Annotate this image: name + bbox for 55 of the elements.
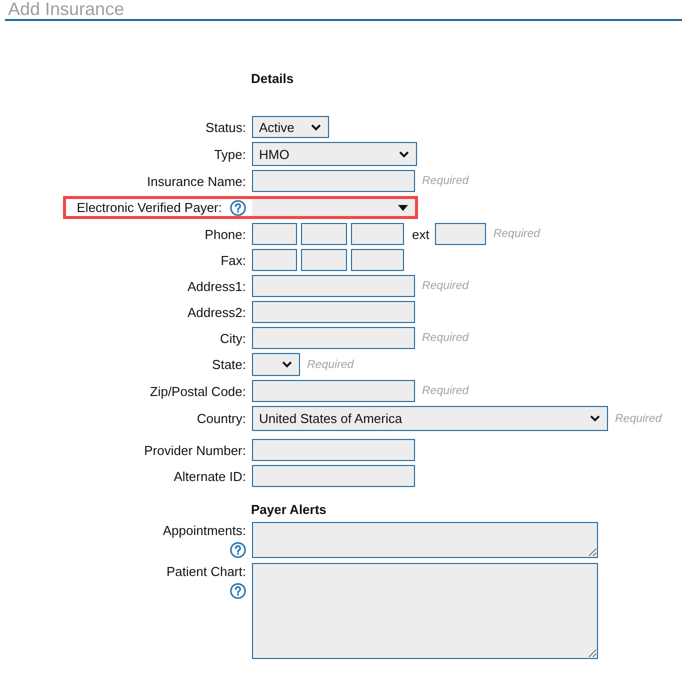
field-label: Zip/Postal Code:	[150, 384, 246, 398]
text-field[interactable]	[252, 327, 415, 349]
required-note: Required	[307, 358, 354, 370]
field-label: Type:	[214, 146, 246, 162]
field-label: Address2:	[187, 304, 246, 320]
required-note: Required	[615, 412, 662, 424]
help-icon[interactable]	[230, 200, 246, 216]
phone-field[interactable]	[301, 223, 347, 245]
text-field[interactable]	[252, 170, 415, 192]
field-label: Appointments:	[162, 523, 246, 538]
field-label: Status:	[206, 120, 246, 134]
dropdown-select[interactable]: United States of America	[252, 406, 608, 431]
dropdown-select[interactable]: Active	[252, 116, 329, 138]
field-label: Phone:	[204, 226, 246, 242]
chevron-down-icon	[590, 415, 600, 422]
help-icon[interactable]	[230, 583, 246, 599]
field-label: Address1:	[187, 278, 246, 294]
chevron-down-icon	[311, 124, 321, 130]
text-field[interactable]	[252, 301, 415, 323]
field-label: Fax:	[220, 252, 246, 268]
text-field[interactable]	[252, 380, 415, 402]
field-label: Alternate ID:	[174, 468, 246, 484]
phone-field[interactable]	[301, 249, 347, 271]
ext-label: ext	[412, 226, 430, 242]
phone-field[interactable]	[351, 223, 404, 245]
section-heading: Payer Alerts	[251, 502, 326, 518]
dropdown-triangle-icon	[398, 204, 408, 210]
field-label: Insurance Name:	[147, 174, 246, 188]
required-note: Required	[422, 385, 469, 397]
textarea-field[interactable]	[252, 522, 598, 558]
field-label: Patient Chart:	[166, 564, 246, 579]
section-heading: Details	[251, 71, 294, 87]
chevron-down-icon	[399, 150, 409, 158]
required-note: Required	[422, 175, 469, 187]
dropdown-select[interactable]: HMO	[252, 142, 417, 166]
phone-field[interactable]	[252, 223, 297, 245]
help-icon[interactable]	[230, 542, 246, 558]
field-label: State:	[212, 357, 246, 372]
required-note: Required	[422, 332, 469, 344]
field-label: Electronic Verified Payer:	[76, 200, 222, 215]
extension-field[interactable]	[435, 223, 486, 245]
text-field[interactable]	[252, 275, 415, 297]
page-title: Add Insurance	[7, 0, 124, 19]
textarea-field[interactable]	[252, 563, 598, 659]
field-label: City:	[220, 330, 246, 346]
required-note: Required	[422, 280, 469, 292]
chevron-down-icon	[282, 361, 292, 368]
field-label: Provider Number:	[144, 442, 246, 458]
field-label: Country:	[196, 411, 246, 426]
dropdown-select[interactable]	[252, 353, 300, 376]
text-field[interactable]	[252, 465, 415, 487]
text-field[interactable]	[252, 439, 415, 461]
phone-field[interactable]	[351, 249, 404, 271]
required-note: Required	[493, 228, 540, 240]
phone-field[interactable]	[252, 249, 297, 271]
